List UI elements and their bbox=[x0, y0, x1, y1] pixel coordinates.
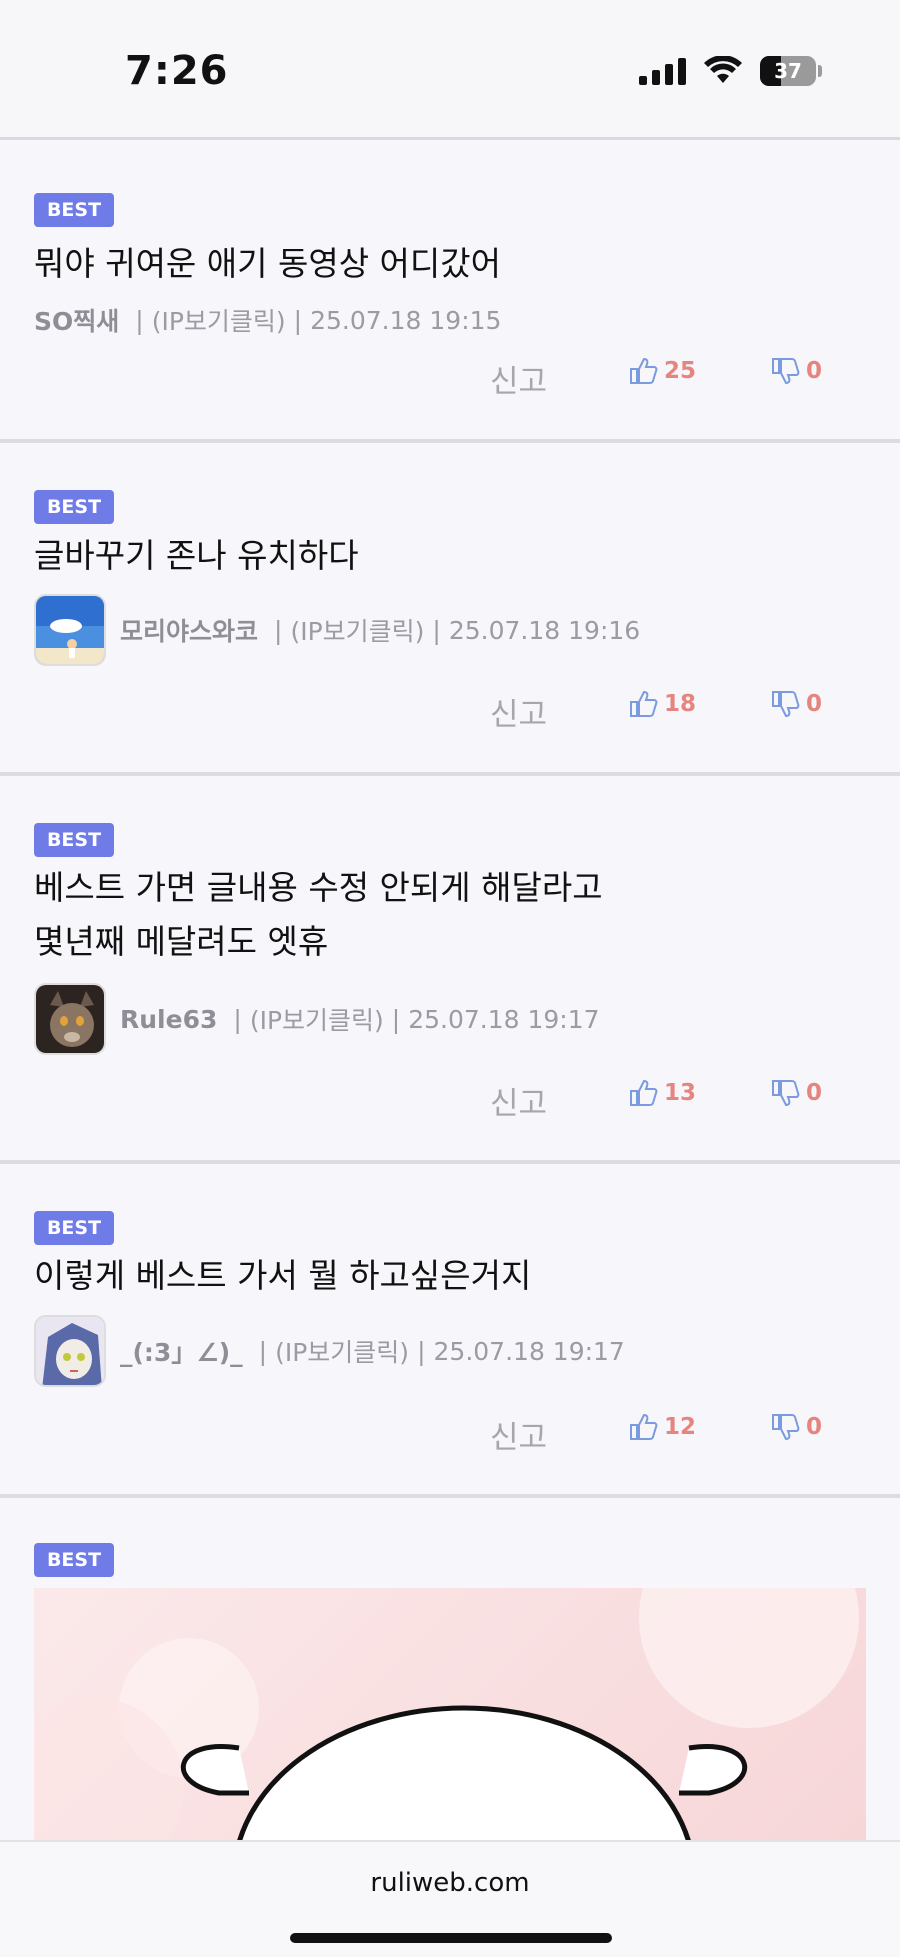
comment-text: 뭐야 귀여운 애기 동영상 어디갔어 bbox=[34, 244, 501, 283]
comment-date: 25.07.18 19:15 bbox=[310, 305, 502, 335]
dislike-button[interactable]: 0 bbox=[770, 356, 822, 386]
thumbs-up-icon bbox=[630, 690, 658, 717]
browser-bottom-bar: ruliweb.com bbox=[0, 1840, 900, 1957]
comment-item: BEST 뭐야 귀여운 애기 동영상 어디갔어 SO찍새 | (IP보기클릭) … bbox=[0, 143, 900, 443]
comment-text: 이렇게 베스트 가서 뭘 하고싶은거지 bbox=[34, 1256, 532, 1295]
ip-link[interactable]: (IP보기클릭) bbox=[290, 612, 424, 648]
status-bar: 7:26 37 bbox=[0, 0, 900, 140]
dislike-count: 0 bbox=[806, 1414, 823, 1440]
ip-link[interactable]: (IP보기클릭) bbox=[152, 302, 286, 338]
battery-icon: 37 bbox=[760, 56, 816, 86]
comment-item: BEST 베스트 가면 글내용 수정 안되게 해달라고 몇년째 메달려도 엣휴 … bbox=[0, 776, 900, 1164]
comment-date: 25.07.18 19:17 bbox=[408, 1004, 600, 1034]
avatar[interactable] bbox=[34, 1315, 106, 1387]
dislike-button[interactable]: 0 bbox=[770, 1412, 822, 1442]
system-icons: 37 bbox=[639, 56, 822, 86]
like-button[interactable]: 12 bbox=[628, 1412, 696, 1442]
like-button[interactable]: 18 bbox=[628, 689, 696, 719]
thumbs-down-icon bbox=[772, 358, 800, 385]
thumbs-down-icon bbox=[772, 1414, 800, 1441]
best-badge: BEST bbox=[34, 193, 114, 227]
comment-image[interactable] bbox=[34, 1588, 866, 1848]
comment-text: 몇년째 메달려도 엣휴 bbox=[34, 922, 329, 961]
report-button[interactable]: 신고 bbox=[490, 356, 547, 401]
like-button[interactable]: 13 bbox=[628, 1078, 696, 1108]
author-name[interactable]: Rule63 bbox=[120, 1005, 217, 1034]
url-label[interactable]: ruliweb.com bbox=[0, 1868, 900, 1898]
comment-actions: 신고 12 0 bbox=[0, 1412, 900, 1456]
comment-meta: 모리야스와코 | (IP보기클릭) | 25.07.18 19:16 bbox=[34, 592, 640, 668]
ip-link[interactable]: (IP보기클릭) bbox=[250, 1001, 384, 1037]
status-time: 7:26 bbox=[125, 48, 229, 94]
home-indicator[interactable] bbox=[290, 1933, 612, 1943]
comment-item: BEST 이렇게 베스트 가서 뭘 하고싶은거지 _(:3」∠)_ | (IP보… bbox=[0, 1164, 900, 1498]
avatar[interactable] bbox=[34, 594, 106, 666]
author-name[interactable]: SO찍새 bbox=[34, 302, 119, 338]
dislike-count: 0 bbox=[806, 1080, 823, 1106]
dislike-button[interactable]: 0 bbox=[770, 1078, 822, 1108]
like-count: 13 bbox=[664, 1080, 697, 1106]
dislike-button[interactable]: 0 bbox=[770, 689, 822, 719]
comment-text: 베스트 가면 글내용 수정 안되게 해달라고 bbox=[34, 868, 603, 907]
comment-text: 글바꾸기 존나 유치하다 bbox=[34, 536, 359, 575]
comment-actions: 신고 25 0 bbox=[0, 356, 900, 400]
comment-date: 25.07.18 19:17 bbox=[433, 1336, 625, 1366]
report-button[interactable]: 신고 bbox=[490, 1078, 547, 1123]
comment-meta: _(:3」∠)_ | (IP보기클릭) | 25.07.18 19:17 bbox=[34, 1313, 625, 1389]
wifi-icon bbox=[704, 56, 742, 83]
comment-meta: SO찍새 | (IP보기클릭) | 25.07.18 19:15 bbox=[34, 300, 501, 340]
thumbs-down-icon bbox=[772, 691, 800, 718]
cellular-signal-icon bbox=[639, 57, 686, 85]
like-count: 12 bbox=[664, 1414, 697, 1440]
like-count: 18 bbox=[664, 691, 697, 717]
author-name[interactable]: _(:3」∠)_ bbox=[120, 1333, 243, 1369]
comment-item: BEST 글바꾸기 존나 유치하다 모리야스와코 | (IP보기클릭) | 25… bbox=[0, 443, 900, 776]
battery-level: 37 bbox=[774, 59, 802, 83]
report-button[interactable]: 신고 bbox=[490, 689, 547, 734]
comment-actions: 신고 18 0 bbox=[0, 689, 900, 733]
best-badge: BEST bbox=[34, 1211, 114, 1245]
author-name[interactable]: 모리야스와코 bbox=[120, 612, 258, 648]
dislike-count: 0 bbox=[806, 358, 823, 384]
best-badge: BEST bbox=[34, 1543, 114, 1577]
comment-meta: Rule63 | (IP보기클릭) | 25.07.18 19:17 bbox=[34, 981, 600, 1057]
thumbs-down-icon bbox=[772, 1080, 800, 1107]
thumbs-up-icon bbox=[630, 1079, 658, 1106]
comment-date: 25.07.18 19:16 bbox=[448, 615, 641, 645]
thumbs-up-icon bbox=[630, 1413, 658, 1440]
dislike-count: 0 bbox=[806, 691, 823, 717]
best-badge: BEST bbox=[34, 490, 114, 524]
best-badge: BEST bbox=[34, 823, 114, 857]
comment-actions: 신고 13 0 bbox=[0, 1078, 900, 1122]
ip-link[interactable]: (IP보기클릭) bbox=[275, 1333, 409, 1369]
report-button[interactable]: 신고 bbox=[490, 1412, 547, 1457]
like-count: 25 bbox=[664, 358, 697, 384]
avatar[interactable] bbox=[34, 983, 106, 1055]
like-button[interactable]: 25 bbox=[628, 356, 696, 386]
thumbs-up-icon bbox=[630, 357, 658, 384]
